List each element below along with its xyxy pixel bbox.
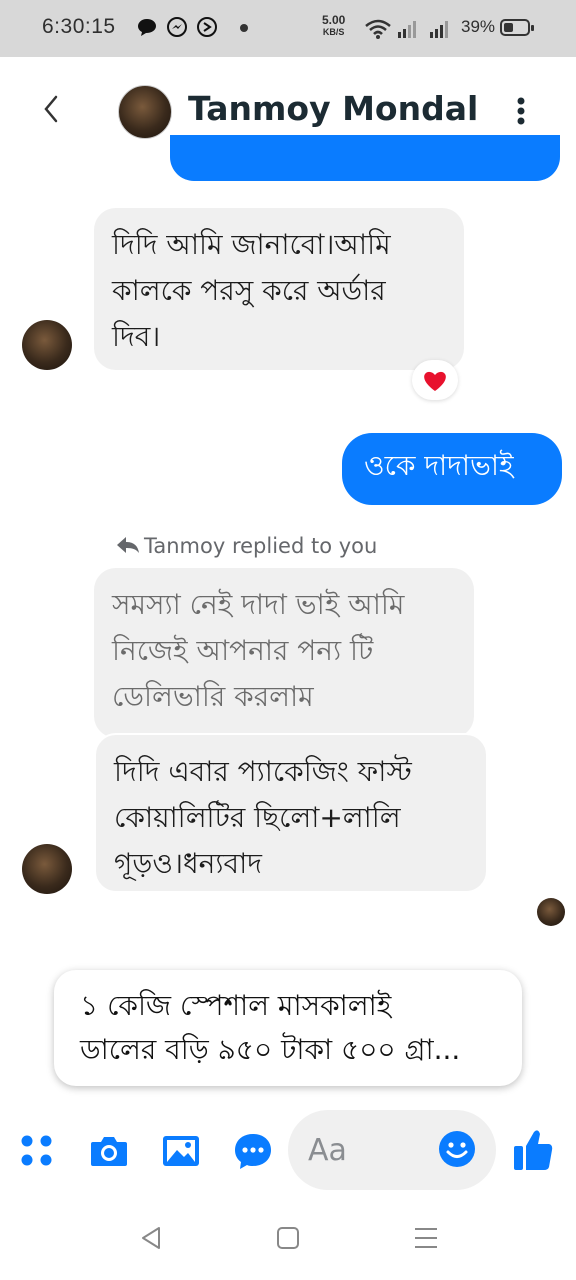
net-speed: 5.00 KB/S — [322, 14, 345, 38]
wifi-icon — [365, 19, 391, 39]
contact-avatar-small[interactable] — [22, 844, 72, 894]
message-input-pill[interactable] — [288, 1110, 496, 1190]
message-text-line: কালকে পরসু করে অর্ডার — [112, 274, 386, 307]
signal-sim1-icon — [398, 21, 416, 38]
chat-extensions-icon[interactable] — [232, 1130, 274, 1172]
quoted-message-bubble[interactable]: সমস্যা নেই দাদা ভাই আমি নিজেই আপনার পন্য… — [94, 568, 474, 738]
messenger-notification-icon — [167, 17, 187, 37]
message-bubble-incoming[interactable]: দিদি আমি জানাবো।আমি কালকে পরসু করে অর্ডা… — [94, 208, 464, 370]
message-text-line: দিব। — [112, 320, 161, 353]
apps-menu-icon[interactable] — [16, 1130, 58, 1172]
message-bubble-outgoing[interactable]: ওকে দাদাভাই — [342, 433, 562, 505]
contact-name[interactable]: Tanmoy Mondal — [188, 89, 478, 128]
data-saver-icon — [197, 17, 217, 37]
net-speed-value: 5.00 — [322, 13, 346, 27]
suggestion-line: ১ কেজি স্পেশাল মাসকালাই — [80, 989, 392, 1022]
message-text-line: ডেলিভারি করলাম — [112, 680, 314, 713]
battery-percent: 39% — [461, 17, 496, 36]
nav-home-icon[interactable] — [274, 1224, 302, 1252]
heart-icon — [424, 371, 446, 391]
system-navigation-bar — [0, 1194, 576, 1280]
camera-icon[interactable] — [88, 1130, 130, 1172]
message-bubble-incoming[interactable]: দিদি এবার প্যাকেজিং ফাস্ট কোয়ালিটির ছিল… — [94, 733, 488, 893]
previous-message-bubble[interactable] — [170, 135, 560, 181]
emoji-icon[interactable] — [436, 1128, 478, 1170]
reply-label: Tanmoy replied to you — [116, 534, 377, 558]
chat-notification-icon — [138, 19, 156, 36]
battery-icon — [500, 19, 534, 36]
contact-avatar[interactable] — [118, 85, 172, 139]
suggestion-line: ডালের বড়ি ৯৫০ টাকা ৫০০ গ্রা... — [80, 1033, 461, 1066]
product-suggestion-card[interactable]: ১ কেজি স্পেশাল মাসকালাই ডালের বড়ি ৯৫০ ট… — [54, 970, 522, 1086]
status-time: 6:30:15 — [42, 15, 116, 38]
more-notifications-dot-icon — [240, 24, 248, 32]
message-text-line: গূড়ও।ধন্যবাদ — [114, 847, 262, 880]
nav-recents-icon[interactable] — [412, 1224, 440, 1252]
message-composer — [0, 1110, 576, 1194]
back-arrow-icon[interactable] — [30, 87, 74, 131]
thumbs-up-icon[interactable] — [512, 1126, 554, 1174]
message-input[interactable] — [308, 1128, 438, 1172]
message-reaction[interactable] — [412, 360, 458, 400]
message-text-line: সমস্যা নেই দাদা ভাই আমি — [112, 588, 405, 621]
signal-sim2-icon — [430, 21, 448, 38]
gallery-icon[interactable] — [160, 1130, 202, 1172]
status-bar: 6:30:15 5.00 KB/S 39% — [0, 0, 576, 57]
message-text-line: দিদি এবার প্যাকেজিং ফাস্ট — [114, 755, 412, 788]
net-speed-unit: KB/S — [322, 27, 345, 37]
seen-receipt-avatar — [537, 898, 565, 926]
message-text-line: দিদি আমি জানাবো।আমি — [112, 228, 391, 261]
more-options-icon[interactable] — [506, 91, 536, 131]
message-text-line: কোয়ালিটির ছিলো+লালি — [114, 801, 401, 834]
contact-avatar-small[interactable] — [22, 320, 72, 370]
message-text: ওকে দাদাভাই — [364, 449, 514, 482]
reply-arrow-icon — [117, 537, 139, 553]
nav-back-icon[interactable] — [137, 1224, 165, 1252]
message-text-line: নিজেই আপনার পন্য টি — [112, 634, 374, 667]
reply-label-text: Tanmoy replied to you — [144, 534, 378, 558]
